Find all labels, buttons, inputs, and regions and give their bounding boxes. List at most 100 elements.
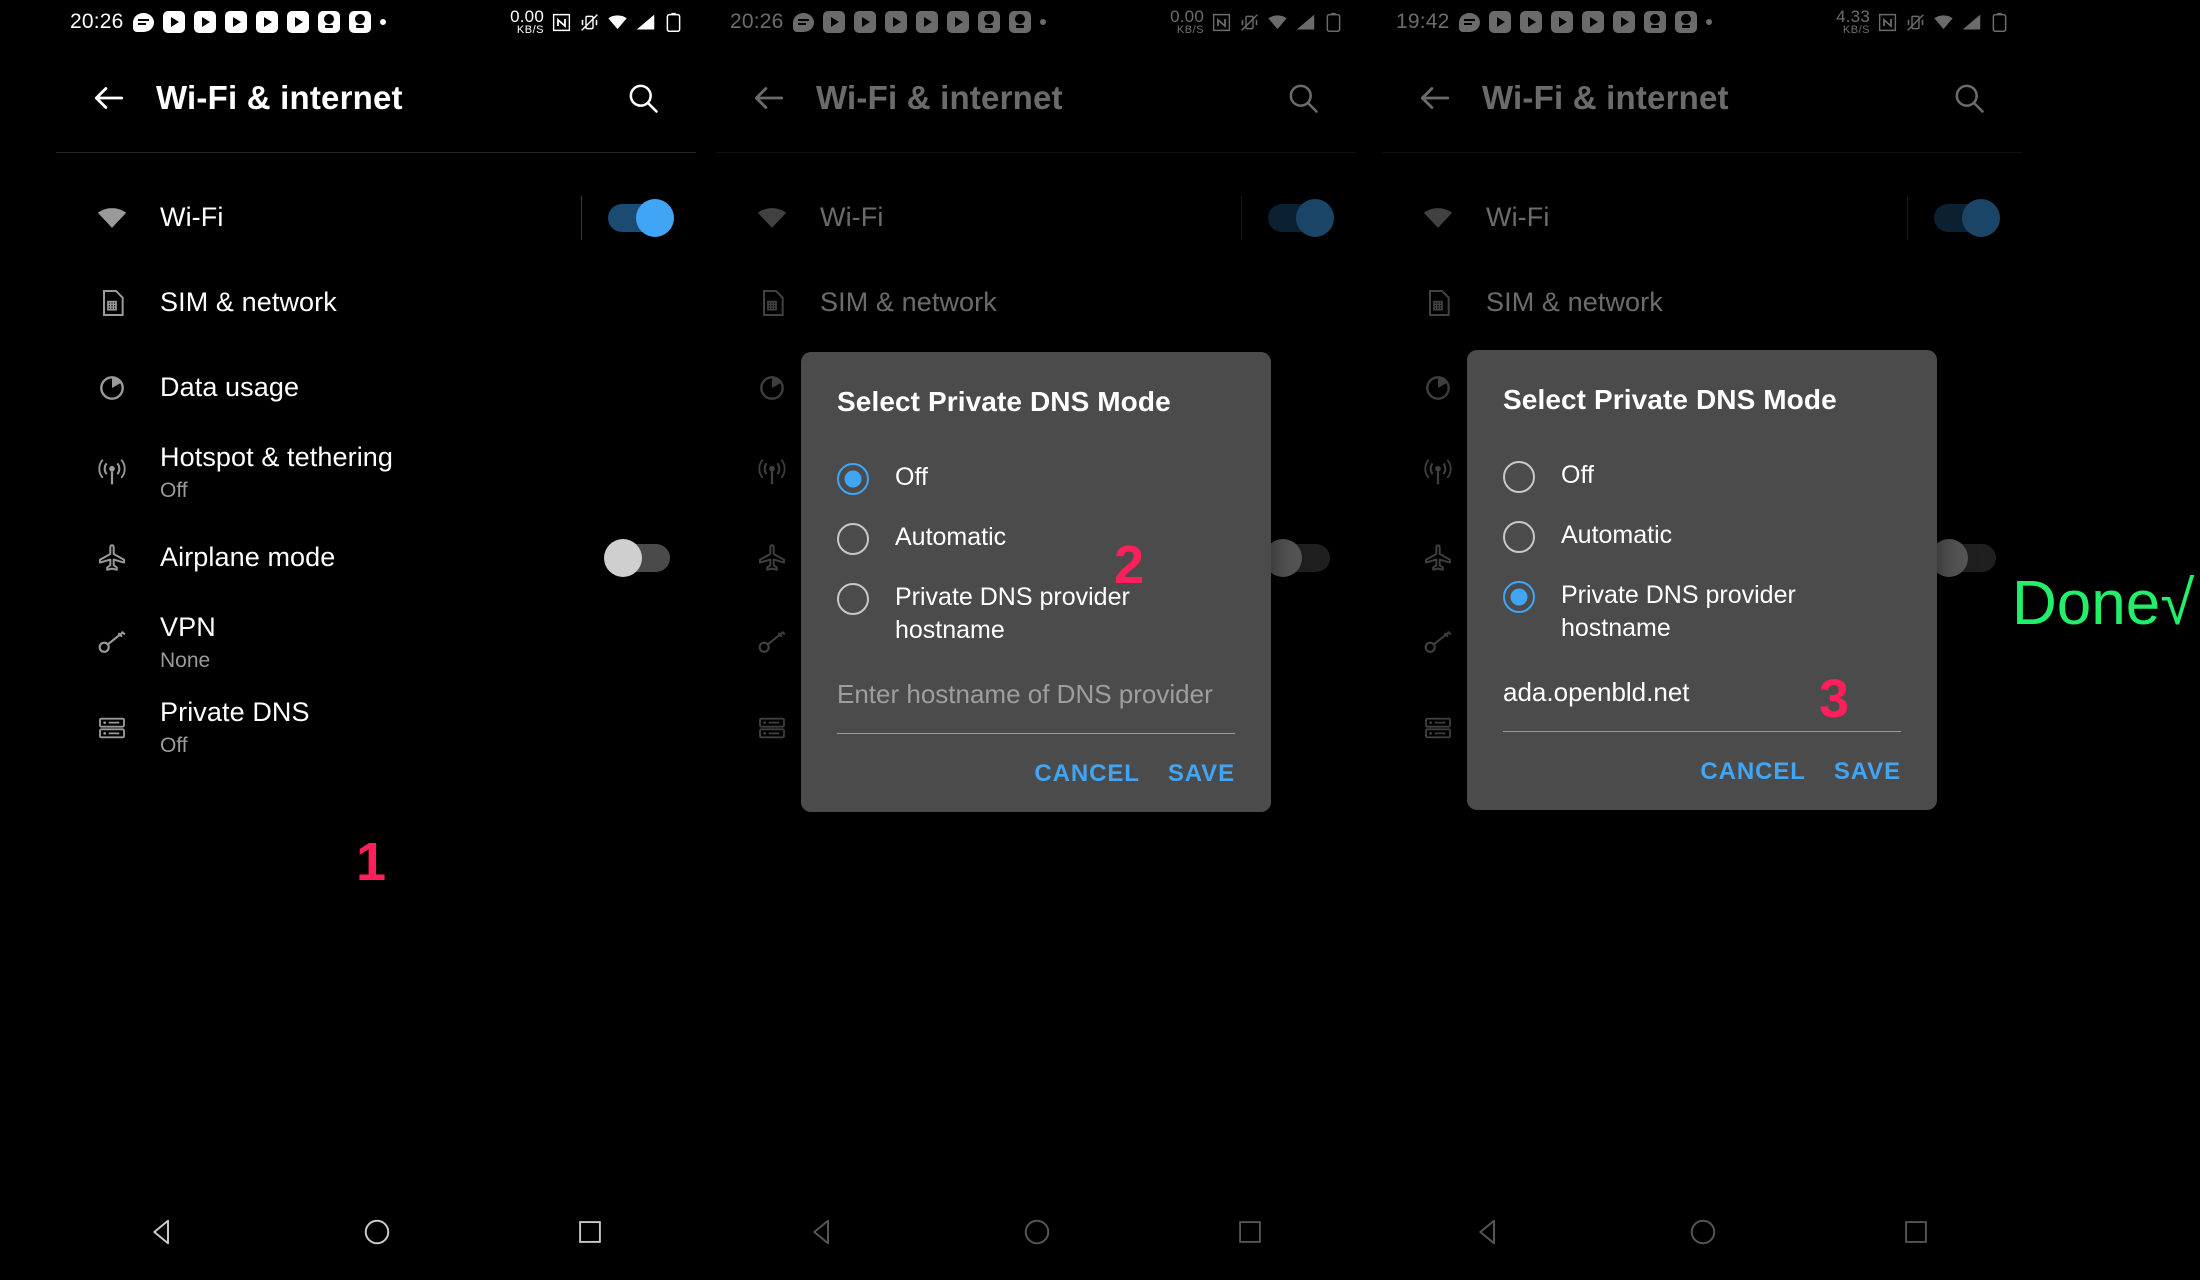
dialog-option-automatic[interactable]: Automatic — [1467, 506, 1937, 566]
settings-row-text: VPN None — [160, 612, 670, 672]
airplane-icon — [1412, 541, 1464, 575]
data-usage-icon — [746, 372, 798, 404]
cancel-button[interactable]: CANCEL — [1034, 760, 1139, 788]
back-button[interactable] — [738, 67, 800, 129]
back-triangle-icon[interactable] — [1474, 1217, 1504, 1247]
sim-card-icon — [1412, 287, 1464, 319]
settings-row-airplane-mode[interactable]: Airplane mode — [56, 515, 696, 600]
dialog-option-off[interactable]: Off — [801, 448, 1271, 508]
sim-card-icon — [86, 287, 138, 319]
dialog-option-label: Automatic — [1561, 521, 1673, 549]
play-icon — [822, 11, 845, 33]
status-bar-right: 0.00 KB/S — [1170, 8, 1344, 36]
settings-row-title: Hotspot & tethering — [160, 442, 394, 473]
search-icon — [1289, 84, 1318, 113]
airplane-icon — [746, 541, 798, 575]
bulb-icon — [1643, 11, 1666, 33]
recents-square-icon[interactable] — [1902, 1218, 1930, 1246]
phone-panel-1: 20:26 0.00 KB/S Wi-Fi & internet Wi-Fi S… — [56, 0, 696, 1280]
hostname-input[interactable]: Enter hostname of DNS provider — [837, 677, 1235, 719]
settings-row-sim-network[interactable]: SIM & network — [1382, 260, 2022, 345]
save-button[interactable]: SAVE — [1834, 758, 1901, 786]
search-button[interactable] — [1938, 67, 2000, 129]
back-triangle-icon[interactable] — [808, 1217, 838, 1247]
dot-icon — [379, 19, 386, 25]
status-clock: 20:26 — [70, 10, 124, 33]
home-circle-icon[interactable] — [1688, 1217, 1718, 1247]
wifi-toggle[interactable] — [1934, 198, 2000, 237]
recents-square-icon[interactable] — [1236, 1218, 1264, 1246]
settings-row-wifi[interactable]: Wi-Fi — [56, 175, 696, 260]
status-bar: 20:26 0.00 KB/S — [716, 0, 1356, 44]
settings-row-wifi[interactable]: Wi-Fi — [716, 175, 1356, 260]
play-icon — [946, 11, 969, 33]
back-button[interactable] — [78, 67, 140, 129]
dns-icon — [746, 712, 798, 744]
battery-icon — [1992, 12, 2007, 32]
status-clock: 20:26 — [730, 10, 784, 33]
app-bar: Wi-Fi & internet — [716, 44, 1356, 152]
arrow-left-icon — [1420, 87, 1450, 109]
home-circle-icon[interactable] — [1022, 1217, 1052, 1247]
airplane-mode-toggle[interactable] — [1264, 538, 1330, 577]
settings-row-sim-network[interactable]: SIM & network — [56, 260, 696, 345]
page-title: Wi-Fi & internet — [156, 79, 403, 116]
nfc-icon — [552, 13, 571, 31]
wifi-toggle[interactable] — [608, 198, 674, 237]
settings-row-text: Airplane mode — [160, 542, 608, 573]
dialog-option-provider-hostname[interactable]: Private DNS provider hostname — [801, 568, 1271, 659]
recents-square-icon[interactable] — [576, 1218, 604, 1246]
cancel-button[interactable]: CANCEL — [1700, 758, 1805, 786]
system-nav-bar — [1382, 1184, 2022, 1280]
home-circle-icon[interactable] — [362, 1217, 392, 1247]
search-button[interactable] — [612, 67, 674, 129]
wifi-toggle[interactable] — [1268, 198, 1334, 237]
dialog-option-label: Automatic — [895, 523, 1007, 551]
airplane-mode-toggle[interactable] — [1930, 538, 1996, 577]
app-bar: Wi-Fi & internet — [56, 44, 696, 152]
play-icon — [1488, 11, 1511, 33]
dialog-option-off[interactable]: Off — [1467, 446, 1937, 506]
dialog-option-provider-hostname[interactable]: Private DNS provider hostname — [1467, 566, 1937, 657]
settings-row-wifi[interactable]: Wi-Fi — [1382, 175, 2022, 260]
status-bar: 20:26 0.00 KB/S — [56, 0, 696, 44]
radio-off-icon[interactable] — [837, 463, 869, 495]
settings-row-sim-network[interactable]: SIM & network — [716, 260, 1356, 345]
airplane-mode-toggle[interactable] — [604, 538, 670, 577]
annotation-step-1: 1 — [356, 832, 387, 892]
system-nav-bar — [56, 1184, 696, 1280]
sim-card-icon — [746, 287, 798, 319]
bulb-icon — [977, 11, 1000, 33]
search-button[interactable] — [1272, 67, 1334, 129]
settings-row-text: Private DNS Off — [160, 697, 670, 757]
back-triangle-icon[interactable] — [148, 1217, 178, 1247]
net-speed-value: 4.33 — [1836, 7, 1870, 26]
vibrate-icon — [1907, 13, 1924, 31]
settings-row-title: Data usage — [160, 371, 300, 402]
radio-automatic-icon[interactable] — [1503, 521, 1535, 553]
dialog-title: Select Private DNS Mode — [1503, 384, 1837, 415]
save-button[interactable]: SAVE — [1168, 760, 1235, 788]
radio-off-icon[interactable] — [1503, 461, 1535, 493]
settings-list: Wi-Fi SIM & network Data usage Hotspot &… — [56, 153, 696, 770]
private-dns-dialog: Select Private DNS Mode Off Automatic Pr… — [1467, 350, 1937, 810]
search-icon — [1955, 84, 1984, 113]
battery-icon — [666, 12, 681, 32]
play-icon — [1612, 11, 1635, 33]
radio-provider-hostname-icon[interactable] — [1503, 581, 1535, 613]
net-speed-indicator: 0.00 KB/S — [1170, 8, 1204, 36]
dialog-actions: CANCEL SAVE — [801, 734, 1271, 796]
radio-automatic-icon[interactable] — [837, 523, 869, 555]
settings-row-hotspot[interactable]: Hotspot & tethering Off — [56, 430, 696, 515]
vibrate-icon — [581, 13, 598, 31]
back-button[interactable] — [1404, 67, 1466, 129]
radio-provider-hostname-icon[interactable] — [837, 583, 869, 615]
dialog-option-automatic[interactable]: Automatic — [801, 508, 1271, 568]
settings-row-vpn[interactable]: VPN None — [56, 600, 696, 685]
settings-row-private-dns[interactable]: Private DNS Off — [56, 685, 696, 770]
dialog-actions: CANCEL SAVE — [1467, 732, 1937, 794]
bulb-icon — [1008, 11, 1031, 33]
net-speed-unit: KB/S — [1176, 24, 1204, 36]
net-speed-unit: KB/S — [516, 24, 544, 36]
settings-row-data-usage[interactable]: Data usage — [56, 345, 696, 430]
